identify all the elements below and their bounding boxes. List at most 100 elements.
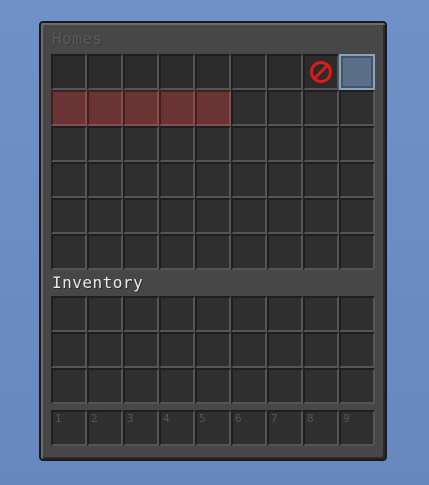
- inventory-slot[interactable]: [339, 332, 375, 368]
- inventory-slot[interactable]: [123, 296, 159, 332]
- home-slot-empty[interactable]: [195, 234, 231, 270]
- home-slot-locked[interactable]: [195, 90, 231, 126]
- home-slot-filler[interactable]: [267, 54, 303, 90]
- home-slot-empty[interactable]: [123, 198, 159, 234]
- home-slot-empty[interactable]: [339, 162, 375, 198]
- home-slot-empty[interactable]: [87, 234, 123, 270]
- home-slot-empty[interactable]: [51, 198, 87, 234]
- no-entry-icon: [310, 61, 332, 83]
- inventory-slot[interactable]: [267, 368, 303, 404]
- hotbar-slot-number: 2: [91, 412, 98, 425]
- inventory-slot[interactable]: [51, 332, 87, 368]
- inventory-slot[interactable]: [159, 296, 195, 332]
- hotbar-slot-number: 6: [235, 412, 242, 425]
- home-slot-empty[interactable]: [303, 126, 339, 162]
- home-slot-empty[interactable]: [231, 126, 267, 162]
- inventory-slot[interactable]: [87, 368, 123, 404]
- home-slot-empty[interactable]: [231, 90, 267, 126]
- hotbar-slot-number: 8: [307, 412, 314, 425]
- home-slot-deny[interactable]: [303, 54, 339, 90]
- inventory-slot[interactable]: [231, 332, 267, 368]
- inventory-slot[interactable]: [303, 296, 339, 332]
- inventory-slot[interactable]: [123, 332, 159, 368]
- inventory-slot[interactable]: [195, 368, 231, 404]
- home-slot-empty[interactable]: [159, 162, 195, 198]
- home-slot-selected[interactable]: [339, 54, 375, 90]
- inventory-slot[interactable]: [159, 332, 195, 368]
- hotbar-slot[interactable]: 2: [87, 410, 123, 446]
- home-slot-empty[interactable]: [87, 126, 123, 162]
- home-slot-filler[interactable]: [159, 54, 195, 90]
- home-slot-empty[interactable]: [87, 198, 123, 234]
- home-slot-empty[interactable]: [267, 162, 303, 198]
- home-slot-locked[interactable]: [123, 90, 159, 126]
- hotbar-slot-number: 5: [199, 412, 206, 425]
- home-slot-empty[interactable]: [339, 198, 375, 234]
- home-slot-empty[interactable]: [303, 162, 339, 198]
- hotbar-slot[interactable]: 1: [51, 410, 87, 446]
- inventory-slot[interactable]: [339, 296, 375, 332]
- inventory-slot[interactable]: [159, 368, 195, 404]
- home-slot-filler[interactable]: [231, 54, 267, 90]
- home-slot-empty[interactable]: [123, 234, 159, 270]
- hotbar-slot-number: 7: [271, 412, 278, 425]
- home-slot-empty[interactable]: [267, 198, 303, 234]
- home-slot-empty[interactable]: [195, 126, 231, 162]
- inventory-slot[interactable]: [87, 332, 123, 368]
- home-slot-empty[interactable]: [51, 126, 87, 162]
- hotbar-slot[interactable]: 5: [195, 410, 231, 446]
- inventory-slot[interactable]: [231, 368, 267, 404]
- hotbar-slot[interactable]: 6: [231, 410, 267, 446]
- home-slot-empty[interactable]: [195, 162, 231, 198]
- hotbar-slot[interactable]: 4: [159, 410, 195, 446]
- home-slot-empty[interactable]: [267, 234, 303, 270]
- home-slot-locked[interactable]: [159, 90, 195, 126]
- home-slot-empty[interactable]: [159, 198, 195, 234]
- home-slot-filler[interactable]: [123, 54, 159, 90]
- hotbar-slot[interactable]: 3: [123, 410, 159, 446]
- inventory-slot[interactable]: [303, 332, 339, 368]
- home-slot-locked[interactable]: [87, 90, 123, 126]
- home-slot-filler[interactable]: [195, 54, 231, 90]
- hotbar-slot-number: 4: [163, 412, 170, 425]
- home-slot-filler[interactable]: [87, 54, 123, 90]
- homes-title: Homes: [52, 29, 103, 48]
- home-slot-empty[interactable]: [339, 90, 375, 126]
- inventory-slot[interactable]: [303, 368, 339, 404]
- home-slot-empty[interactable]: [339, 126, 375, 162]
- hotbar-slot[interactable]: 9: [339, 410, 375, 446]
- home-slot-empty[interactable]: [195, 198, 231, 234]
- home-slot-empty[interactable]: [159, 126, 195, 162]
- inventory-slot[interactable]: [267, 332, 303, 368]
- home-slot-empty[interactable]: [303, 234, 339, 270]
- hotbar-slot[interactable]: 7: [267, 410, 303, 446]
- home-slot-empty[interactable]: [123, 162, 159, 198]
- home-slot-locked[interactable]: [51, 90, 87, 126]
- home-slot-empty[interactable]: [303, 90, 339, 126]
- home-slot-empty[interactable]: [231, 198, 267, 234]
- home-slot-empty[interactable]: [159, 234, 195, 270]
- inventory-slot[interactable]: [51, 368, 87, 404]
- inventory-slot[interactable]: [87, 296, 123, 332]
- home-slot-empty[interactable]: [267, 90, 303, 126]
- inventory-slot[interactable]: [339, 368, 375, 404]
- inventory-slot[interactable]: [195, 332, 231, 368]
- home-slot-empty[interactable]: [303, 198, 339, 234]
- homes-grid: [51, 54, 375, 270]
- inventory-slot[interactable]: [231, 296, 267, 332]
- home-slot-empty[interactable]: [231, 162, 267, 198]
- hotbar-grid: 1 2 3 4 5 6 7 8 9: [51, 410, 375, 446]
- inventory-slot[interactable]: [51, 296, 87, 332]
- home-slot-empty[interactable]: [267, 126, 303, 162]
- home-slot-empty[interactable]: [51, 234, 87, 270]
- home-slot-empty[interactable]: [51, 162, 87, 198]
- home-slot-empty[interactable]: [339, 234, 375, 270]
- inventory-slot[interactable]: [195, 296, 231, 332]
- hotbar-slot[interactable]: 8: [303, 410, 339, 446]
- home-slot-empty[interactable]: [231, 234, 267, 270]
- home-slot-empty[interactable]: [87, 162, 123, 198]
- inventory-slot[interactable]: [267, 296, 303, 332]
- home-slot-filler[interactable]: [51, 54, 87, 90]
- home-slot-empty[interactable]: [123, 126, 159, 162]
- inventory-slot[interactable]: [123, 368, 159, 404]
